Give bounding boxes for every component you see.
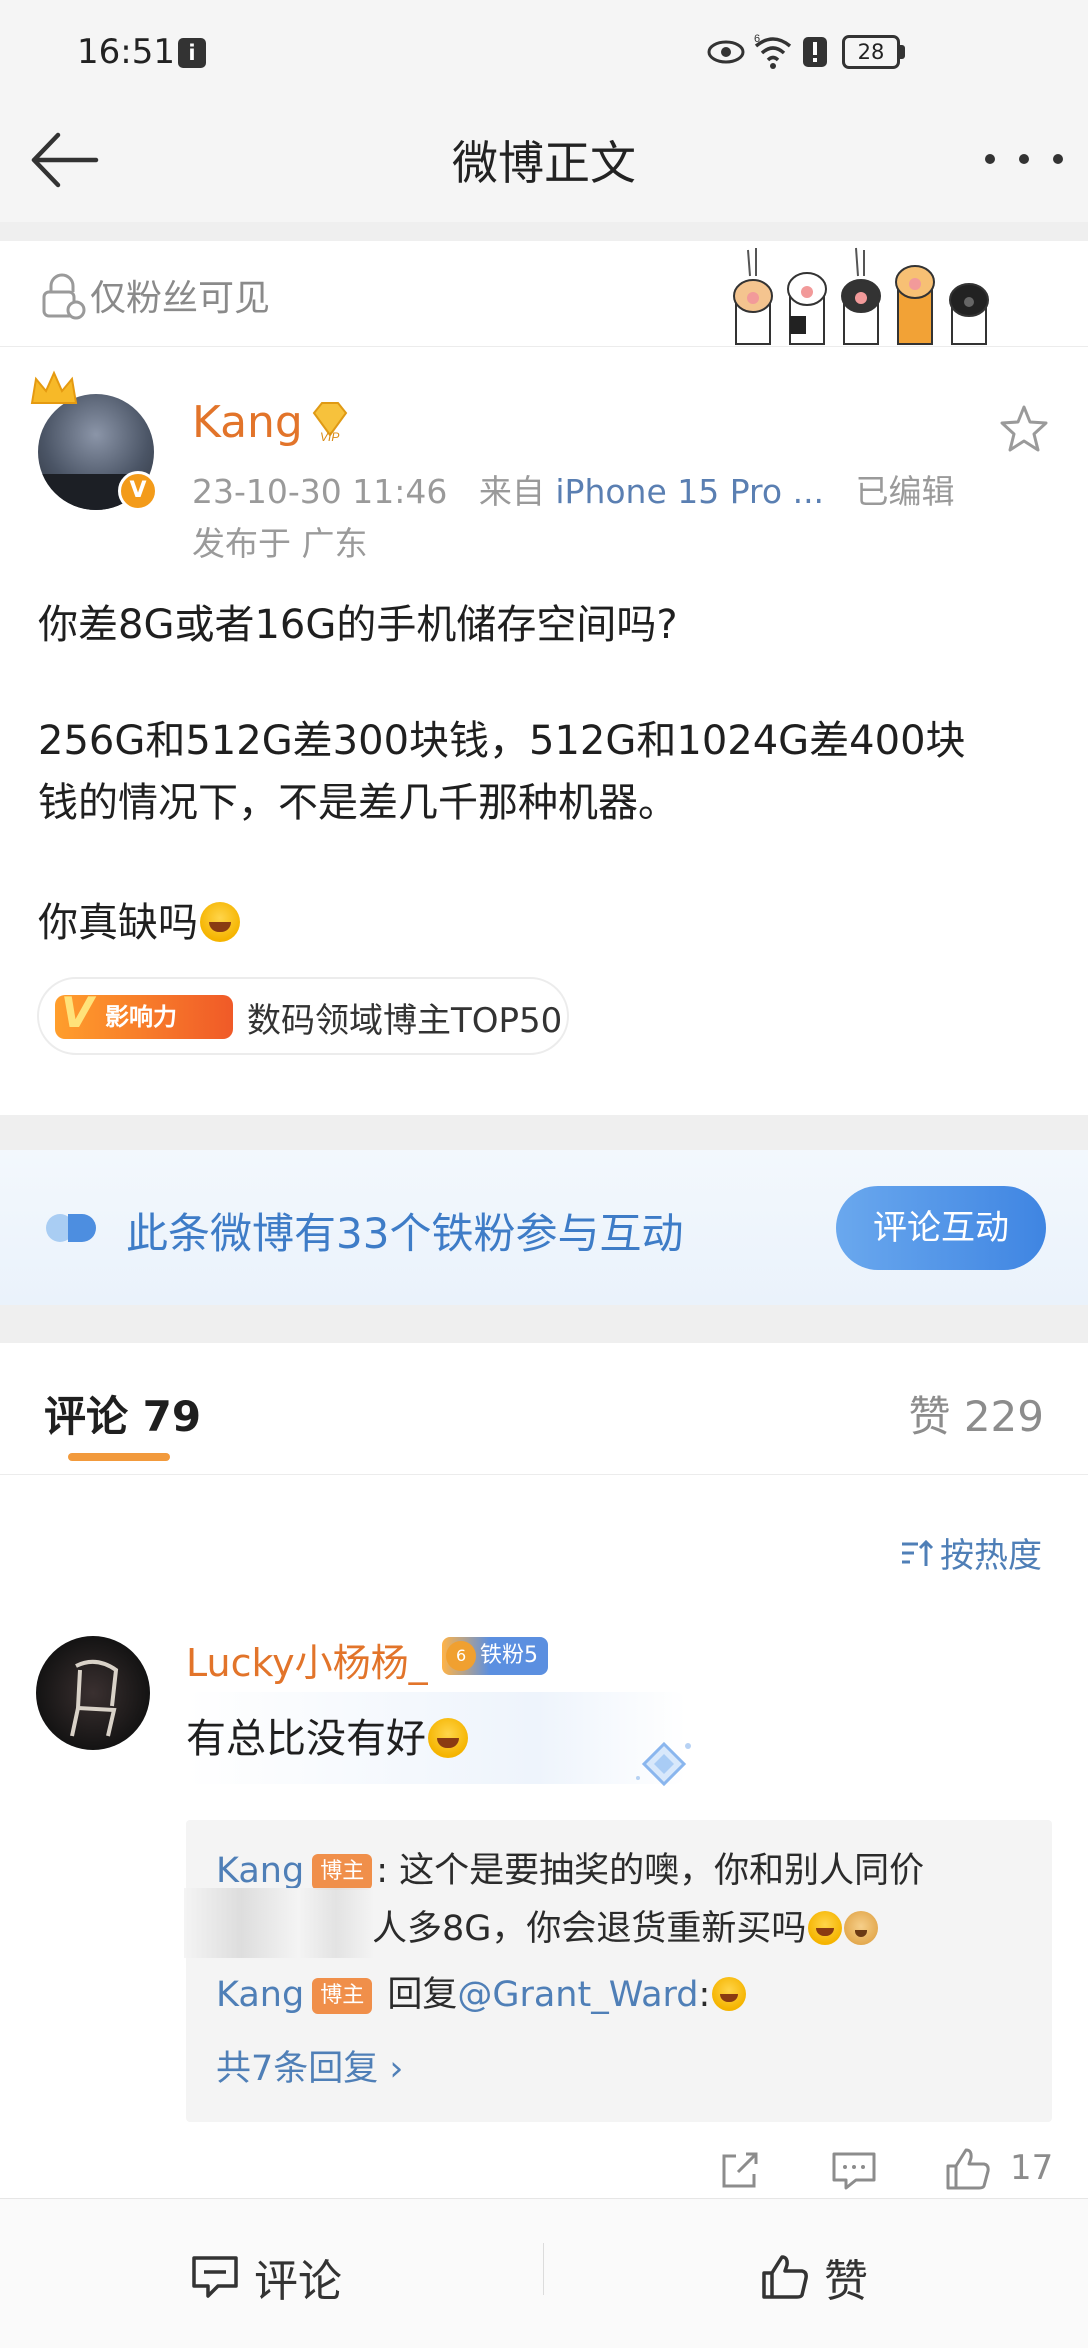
svg-text:VIP: VIP [320,430,339,443]
sort-label: 按热度 [940,1536,1042,1576]
battery-indicator: 28 [842,35,900,69]
reply-author[interactable]: Kang [216,1851,304,1891]
bottom-like-button[interactable]: 赞 [760,2245,868,2309]
reply-2: Kang 博主 回复@Grant_Ward: [216,1966,747,2017]
laughing-emoji-icon [712,1977,747,2011]
comment-icon [192,2256,238,2298]
comment-interact-button[interactable]: 评论互动 [836,1186,1046,1270]
fan-badge-label: 铁粉5 [480,1643,538,1668]
verified-badge: V [118,471,158,511]
info-notification-icon: i [178,38,206,68]
reply-author[interactable]: Kang [216,1975,304,2015]
laughing-emoji-icon [428,1718,468,1758]
commenter-avatar[interactable] [36,1636,150,1750]
laughing-emoji-icon [200,902,240,942]
sort-by-hot-button[interactable]: 按热度 [900,1528,1042,1577]
reply-1-line-2: 人多8G，你会退货重新买吗 [372,1900,879,1951]
replies-box[interactable]: Kang 博主: 这个是要抽奖的噢，你和别人同价 人多8G，你会退货重新买吗 Ka… [186,1820,1052,2122]
reply-prefix: 回复 [376,1975,458,2015]
wifi-icon: 6 [754,33,792,69]
like-thumb-icon [762,2255,808,2299]
chair-image [70,1659,119,1737]
doge-emoji-icon [844,1911,879,1945]
sparkle-diamond-icon [636,1741,691,1787]
author-badge: 博主 [312,1854,373,1890]
comment-text-content: 有总比没有好 [186,1716,426,1762]
comment-like-count: 17 [1010,2148,1054,2188]
influence-tag-text: 数码领域博主TOP50 [247,1001,563,1041]
source-prefix: 来自 [478,472,545,511]
bottom-divider [543,2243,544,2295]
reply-text: : 这个是要抽奖的噢，你和别人同价 [376,1851,925,1891]
edited-label[interactable]: 已编辑 [856,472,955,511]
post-location: 发布于 广东 [192,524,368,563]
post-text-line-1: 你差8G或者16G的手机储存空间吗? [38,602,678,648]
comment-tabs: 评论 79 赞 229 [0,1343,1088,1475]
visibility-banner: 仅粉丝可见 [0,241,1088,347]
bottom-comment-button[interactable]: 评论 [190,2245,342,2309]
bottom-action-bar: 评论 赞 [0,2198,1088,2348]
eye-icon [707,40,745,64]
post-text-line-4: 你真缺吗 [38,890,240,948]
blurred-region [184,1888,374,1958]
favorite-star-icon[interactable] [998,403,1050,455]
comment-actions: 17 [0,2142,1088,2202]
sort-icon [902,1539,934,1566]
comment-icon[interactable] [830,2150,878,2190]
page-title: 微博正文 [452,136,636,190]
share-icon[interactable] [718,2150,762,2190]
tab-likes[interactable]: 赞 229 [908,1383,1044,1444]
section-divider [0,222,1088,241]
bottom-comment-label: 评论 [254,2256,342,2307]
influence-tag[interactable]: 影响力 数码领域博主TOP50 [37,977,569,1055]
iron-fans-text: 此条微博有33个铁粉参与互动 [126,1209,684,1258]
crown-icon [30,370,78,404]
laughing-emoji-icon [808,1911,843,1945]
iron-fan-badge: 6 铁粉5 [442,1637,548,1675]
reply-mention[interactable]: @Grant_Ward [457,1975,698,2015]
reply-1: Kang 博主: 这个是要抽奖的噢，你和别人同价 [216,1842,924,1893]
fan-level: 6 [456,1646,467,1665]
bottom-like-label: 赞 [824,2256,868,2307]
battery-level: 28 [857,40,885,64]
device-source[interactable]: iPhone 15 Pro ... [555,472,824,511]
svg-text:6: 6 [754,33,760,45]
comment-text: 有总比没有好 [186,1706,468,1764]
active-tab-indicator [68,1453,170,1461]
iron-fans-banner: 此条微博有33个铁粉参与互动 评论互动 [0,1150,1088,1305]
status-bar: 16:51 i 6 28 [0,0,1088,105]
post-timestamp: 23-10-30 11:46 [192,472,448,511]
author-name[interactable]: Kang [192,397,303,448]
post-text-line-4-text: 你真缺吗 [38,900,198,946]
cat-paws-decoration [733,247,989,345]
nav-bar: 微博正文 [0,105,1088,222]
commenter-name[interactable]: Lucky小杨杨_ [186,1632,428,1687]
post-text-line-2: 256G和512G差300块钱，512G和1024G差400块 [38,718,966,764]
lock-icon [42,273,86,320]
like-thumb-icon[interactable] [944,2146,992,2192]
reply-suffix: : [698,1975,711,2015]
author-badge: 博主 [312,1978,373,2014]
section-divider [0,1115,1088,1150]
vip-diamond-icon: VIP [312,402,348,443]
view-all-replies-link[interactable]: 共7条回复 › [216,2040,403,2091]
battery-tip [900,45,905,59]
iron-fans-icon [46,1214,96,1242]
more-options-icon[interactable] [982,139,1078,179]
alert-icon [803,37,827,67]
status-time: 16:51 [77,32,175,72]
reply-text-2: 人多8G，你会退货重新买吗 [372,1909,807,1949]
influence-badge: 影响力 [55,991,233,1039]
section-divider [0,1305,1088,1343]
tab-comments[interactable]: 评论 79 [44,1383,201,1444]
post-meta: 23-10-30 11:46 来自 iPhone 15 Pro ... 已编辑 [192,465,955,513]
visibility-label: 仅粉丝可见 [90,278,271,319]
post-text-line-3: 钱的情况下，不是差几千那种机器。 [38,780,678,826]
